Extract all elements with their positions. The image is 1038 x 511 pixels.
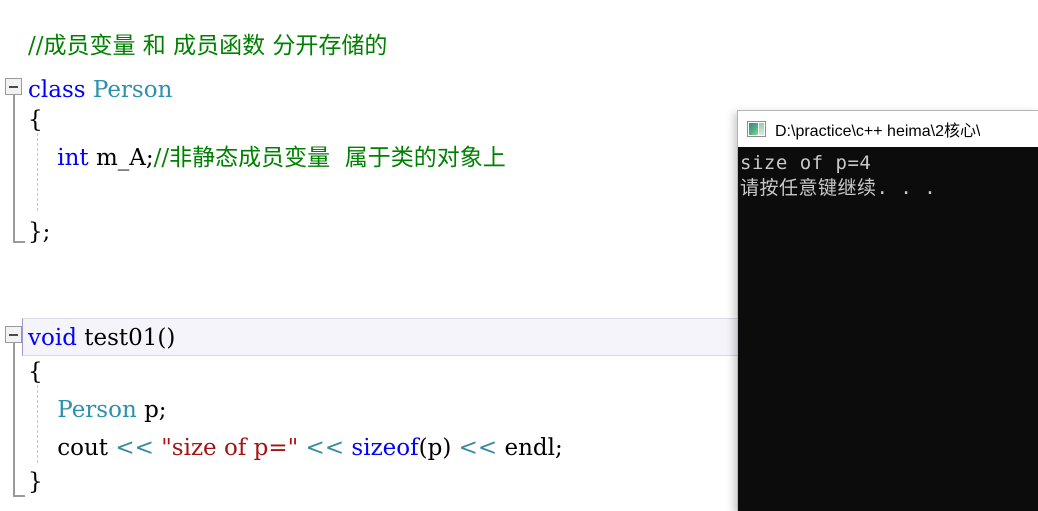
token-op: <<	[458, 435, 505, 461]
token-cmt: //非静态成员变量 属于类的对象上	[153, 145, 506, 171]
token-kw: sizeof	[351, 435, 419, 461]
code-line-comment-header[interactable]: //成员变量 和 成员函数 分开存储的	[0, 26, 1038, 66]
token-plain: }	[28, 469, 43, 495]
console-titlebar[interactable]: D:\practice\c++ heima\2核心\	[738, 111, 1038, 147]
token-plain: cout	[28, 435, 116, 461]
token-cmt: //成员变量 和 成员函数 分开存储的	[28, 33, 388, 59]
code-line-content: Person p;	[28, 390, 167, 430]
screenshot-root: //成员变量 和 成员函数 分开存储的 class Person{ int m_A…	[0, 0, 1038, 511]
console-output-area[interactable]: size of p=4 请按任意键继续. . .	[738, 147, 1038, 511]
token-plain: {	[28, 359, 43, 385]
code-line-content: }	[28, 462, 43, 502]
token-op: <<	[298, 435, 352, 461]
token-plain: p;	[136, 397, 167, 423]
token-plain: test01()	[84, 325, 176, 351]
code-line-content: {	[28, 100, 43, 140]
token-plain: (p)	[418, 435, 459, 461]
code-line-content: int m_A;//非静态成员变量 属于类的对象上	[28, 138, 506, 178]
token-op: <<	[115, 435, 162, 461]
code-line-content: //成员变量 和 成员函数 分开存储的	[28, 26, 387, 66]
token-plain: };	[28, 219, 51, 245]
console-title-text: D:\practice\c++ heima\2核心\	[775, 123, 981, 140]
token-kw: void	[28, 325, 85, 351]
code-line-content: };	[28, 212, 50, 252]
token-type: Person	[57, 397, 137, 423]
token-kw: int	[57, 145, 89, 171]
console-output-line: 请按任意键继续. . .	[740, 177, 937, 199]
console-window[interactable]: D:\practice\c++ heima\2核心\ size of p=4 请按…	[737, 110, 1038, 511]
token-plain: m_A;	[88, 145, 154, 171]
token-plain: endl;	[504, 435, 563, 461]
token-str: "size of p="	[161, 435, 299, 461]
console-output-line: size of p=4	[740, 152, 872, 174]
console-app-icon	[747, 121, 766, 137]
code-line-content: {	[28, 352, 43, 392]
token-plain: {	[28, 107, 43, 133]
